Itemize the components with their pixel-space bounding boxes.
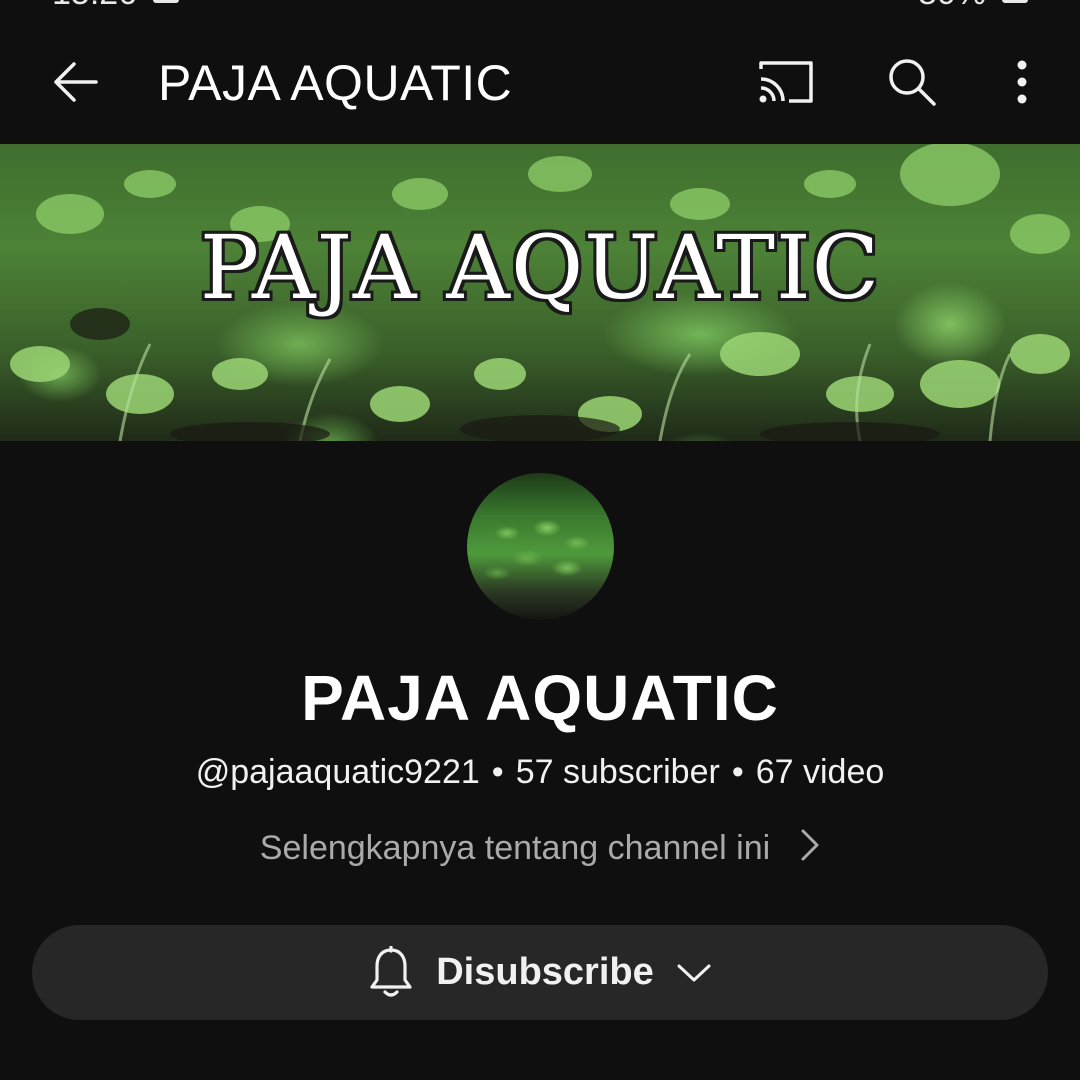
battery-icon (1002, 0, 1028, 3)
status-right: 80% (918, 0, 1028, 13)
banner-title: PAJA AQUATIC (199, 216, 881, 319)
status-time: 15:26 (52, 0, 137, 13)
more-options-button[interactable] (994, 50, 1050, 114)
back-arrow-icon (54, 62, 98, 102)
cast-icon (759, 61, 813, 103)
app-bar: PAJA AQUATIC (0, 28, 1080, 138)
bell-icon (370, 945, 412, 997)
channel-name: PAJA AQUATIC (301, 662, 779, 734)
channel-banner: PAJA AQUATIC (0, 144, 1080, 441)
status-left: 15:26 (52, 0, 180, 13)
notification-icon (153, 0, 180, 3)
chevron-down-icon (677, 964, 711, 981)
more-about-label: Selengkapnya tentang channel ini (259, 829, 771, 867)
video-count: 67 video (755, 753, 885, 791)
chevron-right-icon (800, 828, 820, 873)
channel-meta: @pajaaquatic9221 • 57 subscriber • 67 video (0, 750, 1080, 794)
meta-separator: • (491, 753, 504, 791)
app-bar-title: PAJA AQUATIC (158, 55, 513, 111)
subscribed-label: Disubscribe (436, 951, 654, 993)
battery-level: 80% (918, 0, 986, 13)
back-button[interactable] (40, 50, 110, 114)
subscriber-count: 57 subscriber (515, 753, 720, 791)
channel-handle: @pajaaquatic9221 (195, 753, 480, 791)
more-about-channel-link[interactable]: Selengkapnya tentang channel ini (0, 826, 1080, 873)
channel-screen: 15:26 80% PAJA AQUATIC (0, 0, 1080, 1080)
subscribed-button[interactable]: Disubscribe (32, 925, 1048, 1020)
cast-button[interactable] (750, 50, 822, 114)
more-vert-icon (1017, 60, 1027, 104)
search-button[interactable] (876, 50, 948, 114)
meta-separator: • (731, 753, 744, 791)
search-icon (889, 59, 936, 106)
channel-avatar[interactable] (467, 473, 614, 620)
status-bar: 15:26 80% (0, 0, 1080, 12)
